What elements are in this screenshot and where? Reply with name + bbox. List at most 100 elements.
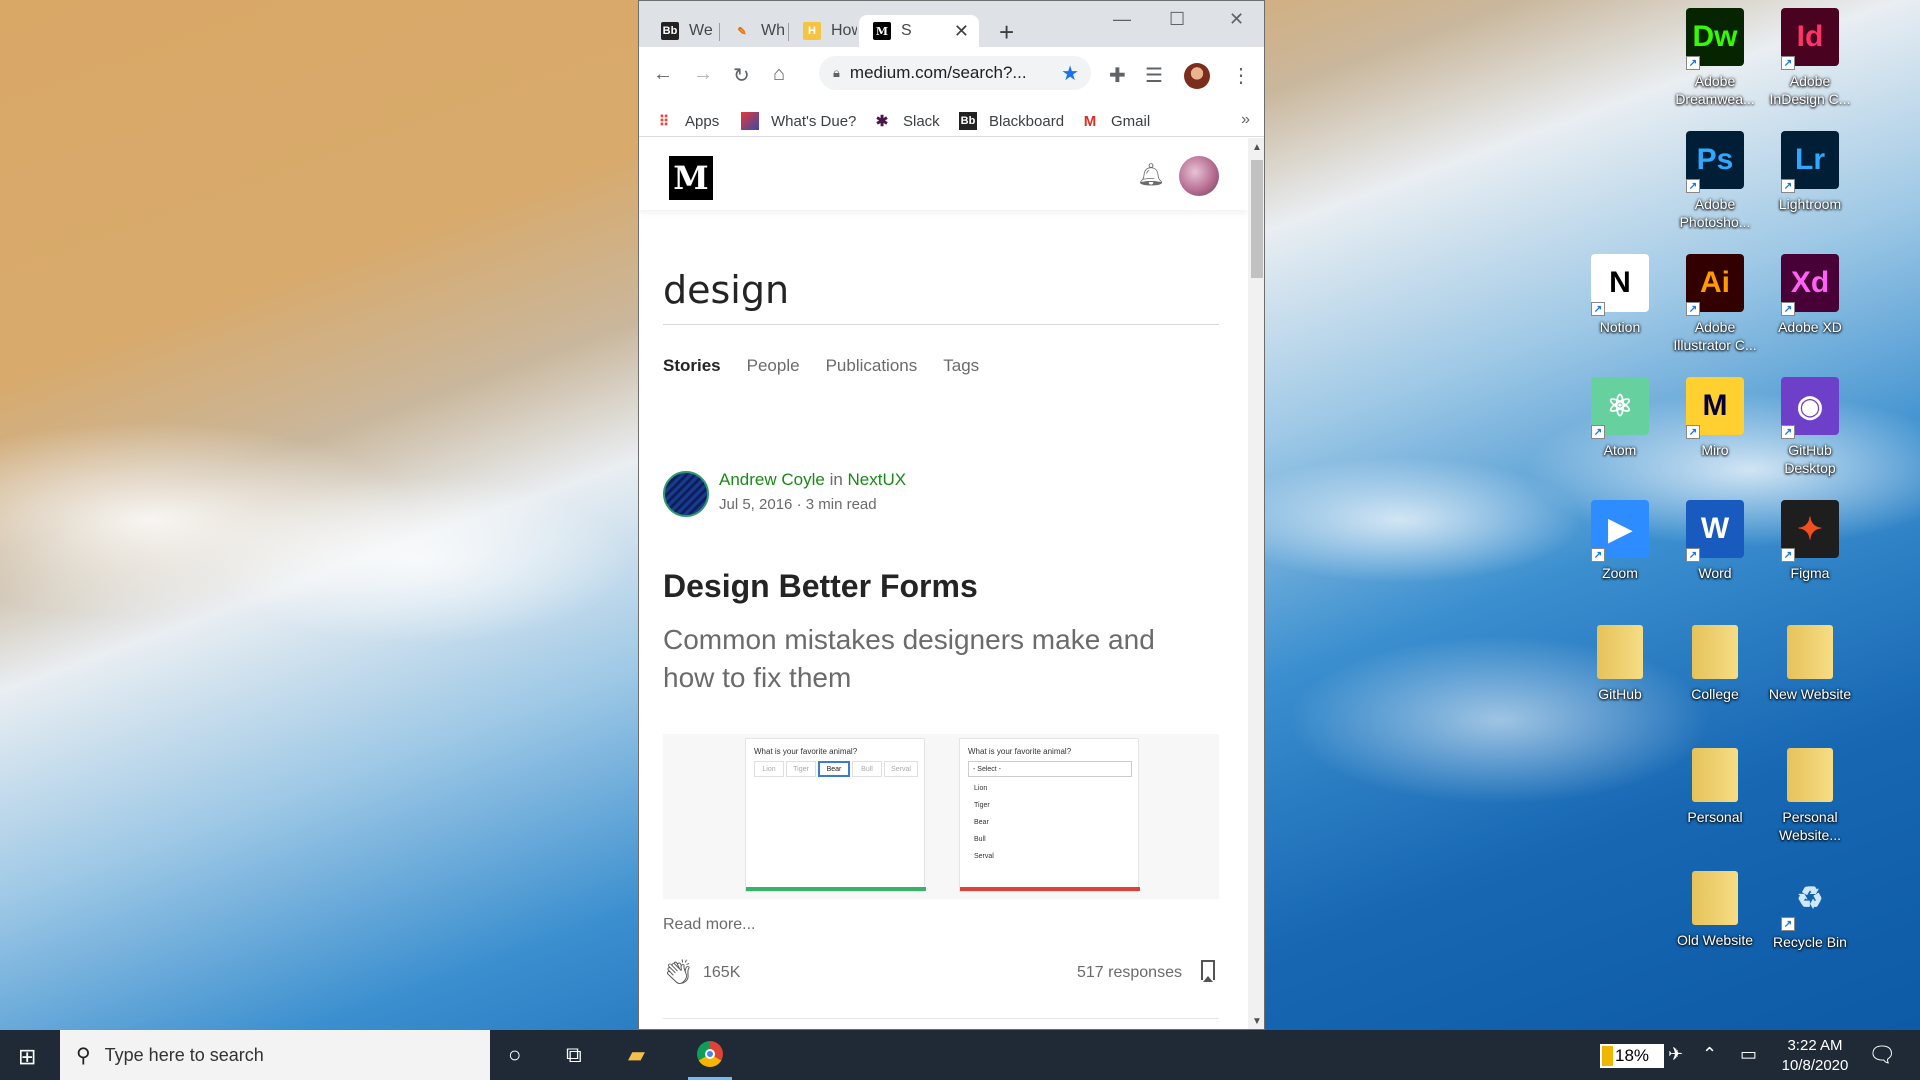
- desktop-icon-lightroom[interactable]: Lr ↗ Lightroom: [1767, 131, 1853, 213]
- bookmark-whats-due[interactable]: What's Due?: [741, 109, 856, 133]
- profile-avatar[interactable]: [1184, 63, 1210, 89]
- menu-icon[interactable]: ⋮: [1231, 63, 1251, 88]
- minimize-icon[interactable]: —: [1113, 9, 1131, 30]
- read-more-link[interactable]: Read more...: [663, 916, 755, 934]
- airplane-mode-icon[interactable]: ✈: [1668, 1044, 1683, 1065]
- desktop-icon-personal[interactable]: Personal: [1672, 746, 1758, 826]
- desktop-icon-new-website[interactable]: New Website: [1767, 623, 1853, 703]
- maximize-icon[interactable]: ☐: [1169, 9, 1185, 30]
- tab-people[interactable]: People: [747, 356, 800, 376]
- back-icon[interactable]: ←: [653, 63, 673, 86]
- medium-logo[interactable]: M: [669, 156, 713, 200]
- shortcut-arrow-icon: ↗: [1591, 425, 1605, 439]
- desktop-icon-github-desktop[interactable]: ◉ ↗ GitHub Desktop: [1767, 377, 1853, 477]
- story-preview-image[interactable]: What is your favorite animal? Lion Tiger…: [663, 734, 1219, 899]
- folder-icon: [1597, 625, 1643, 679]
- desktop-icon-label: GitHub: [1598, 686, 1642, 702]
- mock-option: Tiger: [974, 802, 990, 809]
- desktop-icon-adobe-xd[interactable]: Xd ↗ Adobe XD: [1767, 254, 1853, 336]
- desktop-icon-recycle-bin[interactable]: ♻ ↗ Recycle Bin: [1767, 869, 1853, 951]
- desktop-icon-old-website[interactable]: Old Website: [1672, 869, 1758, 949]
- desktop-icon-miro[interactable]: M ↗ Miro: [1672, 377, 1758, 459]
- user-avatar[interactable]: [1179, 156, 1219, 196]
- shortcut-arrow-icon: ↗: [1781, 56, 1795, 70]
- browser-tab[interactable]: ✎ What: [719, 15, 785, 47]
- desktop-icon-personal-website[interactable]: Personal Website...: [1767, 746, 1853, 844]
- desktop-icon-word[interactable]: W ↗ Word: [1672, 500, 1758, 582]
- power-icon[interactable]: ▭: [1740, 1044, 1757, 1065]
- shortcut-arrow-icon: ↗: [1591, 302, 1605, 316]
- battery-indicator[interactable]: 18%: [1600, 1044, 1664, 1068]
- taskbar-search[interactable]: ⚲ Type here to search: [60, 1030, 490, 1080]
- windows-start-icon[interactable]: ⊞: [18, 1044, 36, 1070]
- story-title[interactable]: Design Better Forms: [663, 568, 978, 605]
- chrome-taskbar-button[interactable]: [688, 1030, 732, 1080]
- folder-icon: [1787, 748, 1833, 802]
- page-scrollbar[interactable]: ▲ ▼: [1248, 138, 1264, 1029]
- chrome-icon: [697, 1040, 723, 1067]
- close-window-icon[interactable]: ✕: [1229, 9, 1244, 30]
- dropdown-example: What is your favorite animal? - Select -…: [959, 738, 1140, 892]
- bookmark-gmail[interactable]: M Gmail: [1081, 109, 1150, 133]
- browser-tab[interactable]: Bb Weel: [647, 15, 713, 47]
- search-query[interactable]: design: [663, 268, 789, 312]
- desktop-icon-college[interactable]: College: [1672, 623, 1758, 703]
- desktop-icon-adobe-photosho[interactable]: Ps ↗ Adobe Photosho...: [1672, 131, 1758, 231]
- media-control-icon[interactable]: ☰: [1145, 63, 1163, 88]
- desktop-icon-figma[interactable]: ✦ ↗ Figma: [1767, 500, 1853, 582]
- mock-segment-selected: Bear: [818, 761, 850, 777]
- system-clock[interactable]: 3:22 AM 10/8/2020: [1770, 1036, 1860, 1076]
- browser-tab[interactable]: H How: [789, 15, 857, 47]
- desktop-icon-adobe-illustrator-c[interactable]: Ai ↗ Adobe Illustrator C...: [1672, 254, 1758, 354]
- bookmark-blackboard[interactable]: Bb Blackboard: [959, 109, 1064, 133]
- desktop-icon-notion[interactable]: N ↗ Notion: [1577, 254, 1663, 336]
- extensions-icon[interactable]: ✚: [1109, 63, 1126, 88]
- bad-indicator-bar: [960, 887, 1140, 891]
- show-hidden-icons-icon[interactable]: ⌃: [1702, 1044, 1717, 1065]
- address-bar[interactable]: 🔒︎ medium.com/search?... ★: [819, 56, 1091, 90]
- clap-icon[interactable]: 👏︎: [663, 958, 693, 987]
- blackboard-favicon-icon: Bb: [661, 22, 679, 40]
- bookmark-icon[interactable]: [1201, 960, 1215, 982]
- home-icon[interactable]: ⌂: [773, 63, 785, 86]
- bookmarks-overflow-icon[interactable]: »: [1241, 111, 1250, 129]
- tab-stories[interactable]: Stories: [663, 356, 721, 376]
- author-link[interactable]: Andrew Coyle: [719, 470, 825, 489]
- mock-segment: Bull: [852, 761, 882, 777]
- desktop-icon-label: GitHub Desktop: [1784, 442, 1836, 476]
- mock-segment: Tiger: [786, 761, 816, 777]
- bookmark-apps[interactable]: ⠿ Apps: [655, 109, 719, 133]
- bookmark-star-icon[interactable]: ★: [1061, 61, 1079, 86]
- reload-icon[interactable]: ↻: [733, 63, 750, 88]
- desktop-icon-github[interactable]: GitHub: [1577, 623, 1663, 703]
- publication-link[interactable]: NextUX: [848, 470, 907, 489]
- responses-link[interactable]: 517 responses: [1077, 964, 1182, 982]
- file-explorer-icon[interactable]: ▰: [628, 1042, 645, 1068]
- task-view-icon[interactable]: ⧉: [566, 1042, 582, 1068]
- tab-publications[interactable]: Publications: [826, 356, 918, 376]
- desktop-icon-adobe-indesign-c[interactable]: Id ↗ Adobe InDesign C...: [1767, 8, 1853, 108]
- tab-tags[interactable]: Tags: [943, 356, 979, 376]
- close-tab-icon[interactable]: ✕: [954, 21, 969, 42]
- browser-tab-active[interactable]: M S ✕: [859, 15, 979, 47]
- story-subtitle[interactable]: Common mistakes designers make and how t…: [663, 621, 1183, 697]
- author-avatar[interactable]: [663, 471, 709, 517]
- new-tab-icon[interactable]: +: [999, 17, 1014, 48]
- desktop-icon-label: Adobe InDesign C...: [1769, 73, 1851, 107]
- scroll-thumb[interactable]: [1251, 160, 1263, 278]
- shortcut-arrow-icon: ↗: [1781, 917, 1795, 931]
- desktop-icon-atom[interactable]: ⚛ ↗ Atom: [1577, 377, 1663, 459]
- bookmark-slack[interactable]: ✱ Slack: [873, 109, 940, 133]
- app-tile-icon: ⚛ ↗: [1591, 377, 1649, 439]
- scroll-up-icon[interactable]: ▲: [1252, 142, 1262, 153]
- desktop-icon-adobe-dreamwea[interactable]: Dw ↗ Adobe Dreamwea...: [1672, 8, 1758, 108]
- scroll-down-icon[interactable]: ▼: [1252, 1016, 1262, 1027]
- notification-center-icon[interactable]: 🗨︎: [1868, 1042, 1896, 1068]
- shortcut-arrow-icon: ↗: [1781, 302, 1795, 316]
- notification-bell-icon[interactable]: 🔔︎: [1137, 162, 1165, 188]
- forward-icon[interactable]: →: [693, 63, 713, 86]
- mock-option: Bull: [974, 836, 986, 843]
- mock-option: Serval: [974, 853, 994, 860]
- desktop-icon-zoom[interactable]: ▶ ↗ Zoom: [1577, 500, 1663, 582]
- cortana-icon[interactable]: ○: [508, 1042, 521, 1068]
